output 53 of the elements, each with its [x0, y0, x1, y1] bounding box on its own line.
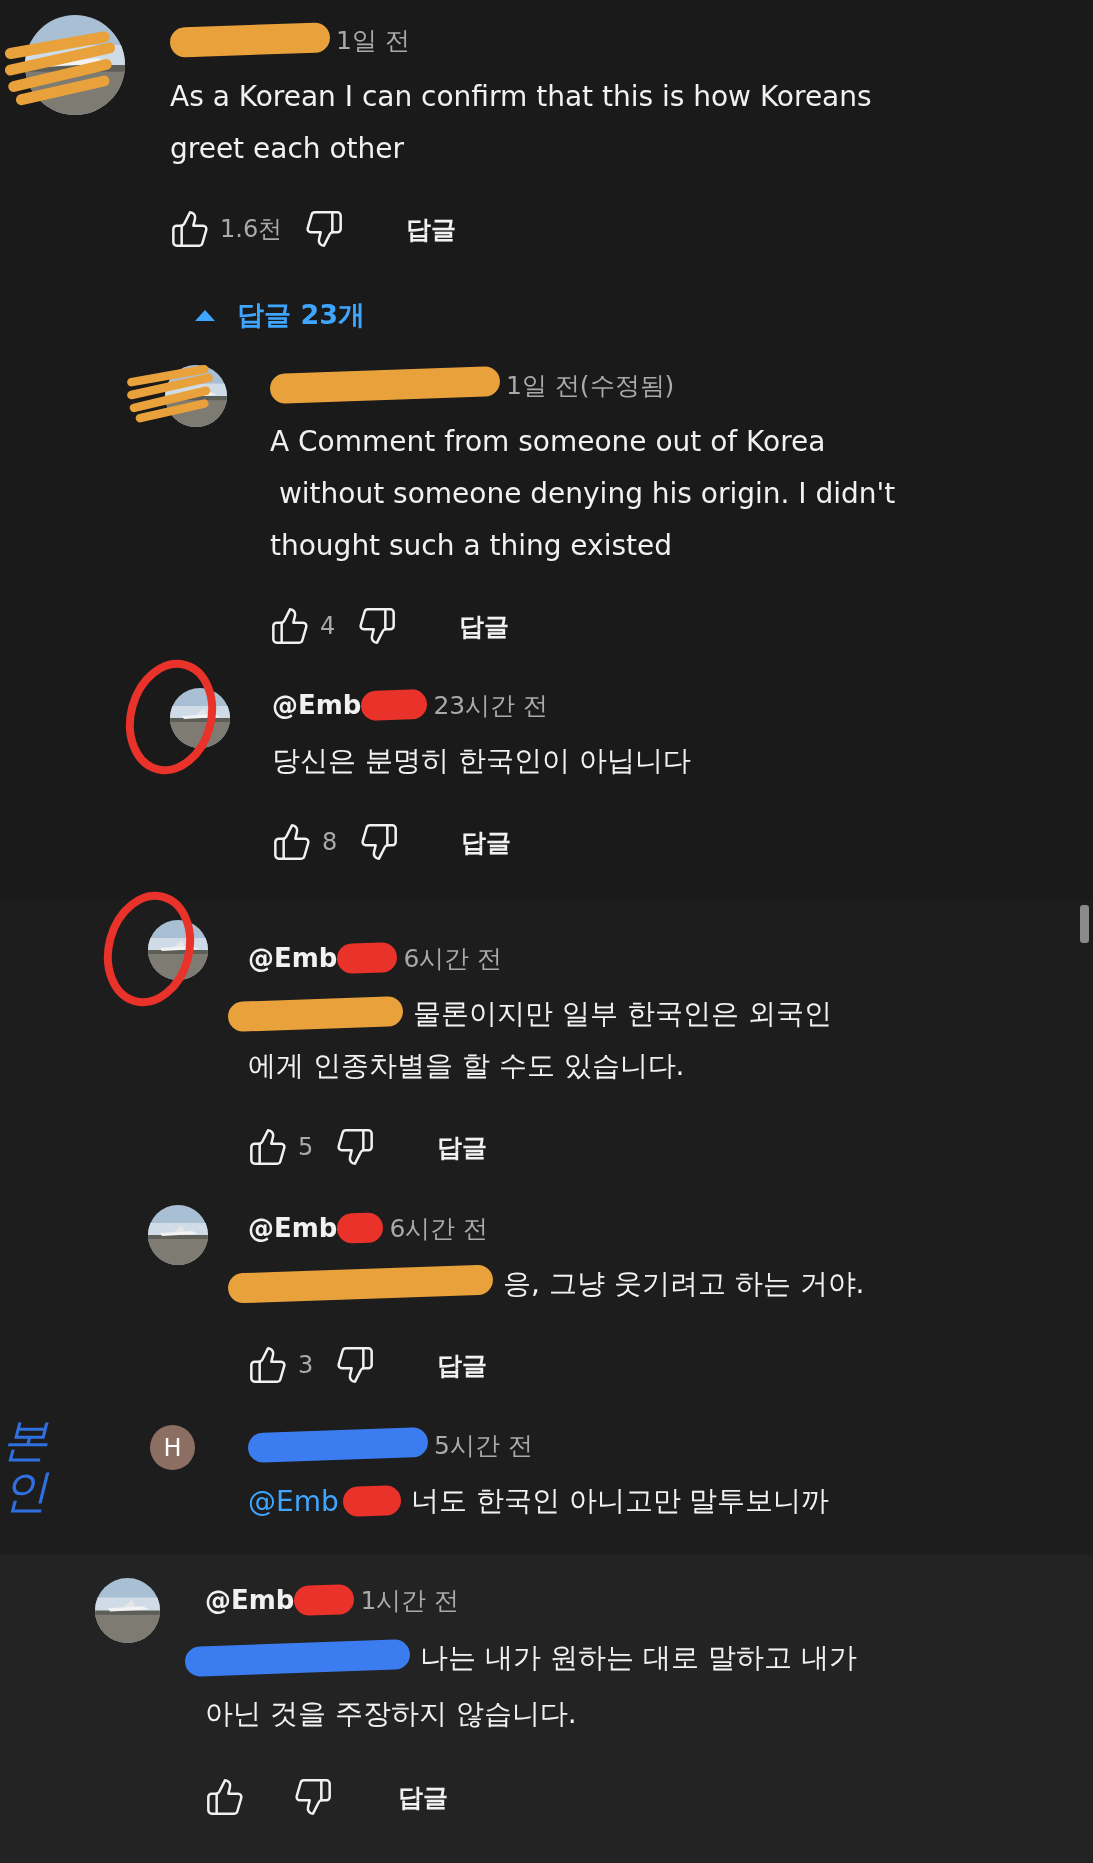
comment-time: 5시간 전: [434, 1429, 533, 1462]
mention-link[interactable]: @Emb: [248, 1484, 339, 1518]
comment-time: 23시간 전: [433, 689, 549, 722]
comment-time: 1일 전: [336, 24, 410, 57]
reply-button[interactable]: 답글: [459, 609, 510, 643]
reply-button[interactable]: 답글: [398, 1780, 448, 1814]
like-button[interactable]: [248, 1345, 288, 1385]
comment-text: As a Korean I can confirm that this is how Koreans: [170, 79, 872, 113]
avatar: [148, 1205, 208, 1265]
author-name[interactable]: @Emb: [248, 1213, 338, 1243]
reply-button[interactable]: 답글: [461, 825, 512, 859]
dislike-button[interactable]: [335, 1345, 376, 1385]
like-button[interactable]: [205, 1777, 245, 1817]
dislike-button[interactable]: [335, 1127, 376, 1167]
like-button[interactable]: [270, 606, 310, 646]
like-count: 4: [320, 612, 336, 640]
dislike-button[interactable]: [293, 1777, 333, 1817]
reply-button[interactable]: 답글: [437, 1348, 488, 1382]
like-count: 8: [322, 828, 338, 856]
reply-button[interactable]: 답글: [406, 212, 457, 246]
comment-text: 응, 그냥 웃기려고 하는 거야.: [503, 1266, 865, 1302]
author-name[interactable]: @Emb: [205, 1585, 295, 1615]
comment-time: 6시간 전: [403, 942, 503, 975]
caret-up-icon: [195, 309, 215, 321]
like-count: 3: [298, 1351, 314, 1379]
like-count: 5: [298, 1133, 314, 1161]
comment-time: 1시간 전: [360, 1584, 460, 1617]
comment-text: A Comment from someone out of Korea: [270, 424, 826, 458]
replies-toggle[interactable]: 답글 23개: [195, 290, 872, 340]
comment-text: 너도 한국인 아니고만 말투보니까: [410, 1483, 830, 1519]
comment-text: greet each other: [170, 131, 405, 165]
comment-text: 에게 인종차별을 할 수도 있습니다.: [248, 1048, 685, 1084]
comment-text: 당신은 분명히 한국인이 아닙니다: [272, 743, 691, 779]
dislike-button[interactable]: [359, 822, 400, 862]
scrollbar-thumb[interactable]: [1080, 905, 1089, 943]
author-name[interactable]: @Emb: [248, 943, 338, 973]
author-name[interactable]: @Emb: [272, 690, 362, 720]
comment-text: thought such a thing existed: [270, 528, 672, 562]
like-button[interactable]: [272, 822, 312, 862]
like-button[interactable]: [170, 209, 210, 249]
comment-time: 1일 전(수정됨): [506, 369, 675, 402]
comment-text: 나는 내가 원하는 대로 말하고 내가: [420, 1640, 857, 1676]
handwritten-note: 본인: [2, 1415, 48, 1517]
comment-time: 6시간 전: [389, 1212, 489, 1245]
reply-button[interactable]: 답글: [437, 1130, 488, 1164]
dislike-button[interactable]: [357, 606, 398, 646]
like-button[interactable]: [248, 1127, 288, 1167]
like-count: 1.6천: [220, 214, 283, 245]
comment-text: without someone denying his origin. I didn't: [277, 476, 896, 510]
comment-text: 아닌 것을 주장하지 않습니다.: [205, 1696, 577, 1732]
comment-text: 물론이지만 일부 한국인은 외국인: [413, 996, 832, 1032]
avatar: H: [150, 1425, 195, 1470]
dislike-button[interactable]: [304, 209, 345, 249]
